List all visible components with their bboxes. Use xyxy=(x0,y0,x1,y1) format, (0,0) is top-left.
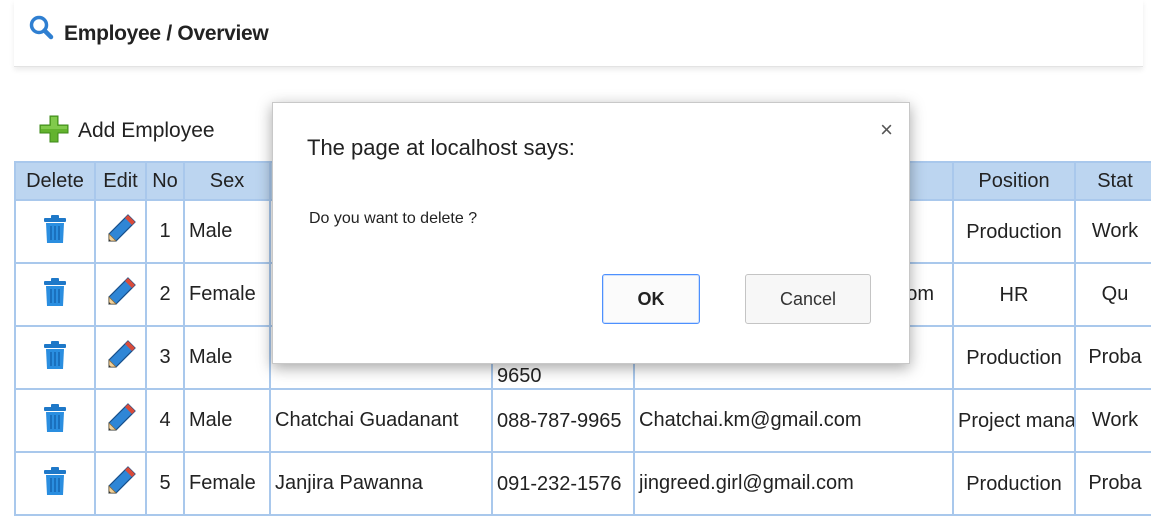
cell-sex: Female xyxy=(183,451,271,516)
cell-no: 3 xyxy=(145,325,185,390)
col-header-delete: Delete xyxy=(14,161,96,201)
add-employee-label: Add Employee xyxy=(78,119,215,142)
pencil-icon[interactable] xyxy=(104,212,138,252)
cell-no: 4 xyxy=(145,388,185,453)
cell-sex: Male xyxy=(183,199,271,264)
pencil-icon[interactable] xyxy=(104,338,138,378)
close-icon[interactable]: × xyxy=(880,119,893,141)
cell-status: Proba xyxy=(1074,451,1151,516)
table-row: 5 Female Janjira Pawanna 091-232-1576 jingre… xyxy=(14,451,1151,516)
trash-icon[interactable] xyxy=(42,340,68,376)
edit-cell xyxy=(94,262,147,327)
confirm-dialog: The page at localhost says: × Do you wan… xyxy=(272,102,910,364)
pencil-icon[interactable] xyxy=(104,275,138,315)
cell-no: 1 xyxy=(145,199,185,264)
cell-phone: 091-232-1576 xyxy=(491,451,635,516)
cell-status: Proba xyxy=(1074,325,1151,390)
trash-icon[interactable] xyxy=(42,277,68,313)
delete-cell xyxy=(14,199,96,264)
cell-name: Chatchai Guadanant xyxy=(269,388,493,453)
delete-cell xyxy=(14,388,96,453)
cell-no: 5 xyxy=(145,451,185,516)
cell-status: Work xyxy=(1074,388,1151,453)
col-header-no: No xyxy=(145,161,185,201)
cell-sex: Female xyxy=(183,262,271,327)
page-header: Employee / Overview xyxy=(14,0,1143,67)
col-header-status: Stat xyxy=(1074,161,1151,201)
trash-icon[interactable] xyxy=(42,466,68,502)
dialog-title: The page at localhost says: xyxy=(307,135,575,160)
search-icon xyxy=(28,14,56,47)
col-header-edit: Edit xyxy=(94,161,147,201)
trash-icon[interactable] xyxy=(42,214,68,250)
cell-name: Janjira Pawanna xyxy=(269,451,493,516)
col-header-sex: Sex xyxy=(183,161,271,201)
delete-cell xyxy=(14,325,96,390)
cell-position: Production xyxy=(952,451,1076,516)
plus-icon xyxy=(38,114,70,149)
pencil-icon[interactable] xyxy=(104,464,138,504)
edit-cell xyxy=(94,199,147,264)
edit-cell xyxy=(94,325,147,390)
cell-status: Work xyxy=(1074,199,1151,264)
cell-email: Chatchai.km@gmail.com xyxy=(633,388,954,453)
cell-position: HR xyxy=(952,262,1076,327)
delete-cell xyxy=(14,262,96,327)
cell-position: Project manager xyxy=(952,388,1076,453)
table-row: 4 Male Chatchai Guadanant 088-787-9965 Chatc… xyxy=(14,388,1151,453)
cell-position: Production xyxy=(952,199,1076,264)
ok-button[interactable]: OK xyxy=(602,274,700,324)
dialog-message: Do you want to delete ? xyxy=(309,210,478,227)
cancel-button[interactable]: Cancel xyxy=(745,274,871,324)
cell-email: jingreed.girl@gmail.com xyxy=(633,451,954,516)
pencil-icon[interactable] xyxy=(104,401,138,441)
col-header-position: Position xyxy=(952,161,1076,201)
cell-phone: 088-787-9965 xyxy=(491,388,635,453)
edit-cell xyxy=(94,388,147,453)
cell-sex: Male xyxy=(183,325,271,390)
cell-position: Production xyxy=(952,325,1076,390)
page-title: Employee / Overview xyxy=(64,22,269,45)
cell-no: 2 xyxy=(145,262,185,327)
cell-status: Qu xyxy=(1074,262,1151,327)
cell-sex: Male xyxy=(183,388,271,453)
trash-icon[interactable] xyxy=(42,403,68,439)
delete-cell xyxy=(14,451,96,516)
edit-cell xyxy=(94,451,147,516)
add-employee-button[interactable]: Add Employee xyxy=(38,115,215,145)
